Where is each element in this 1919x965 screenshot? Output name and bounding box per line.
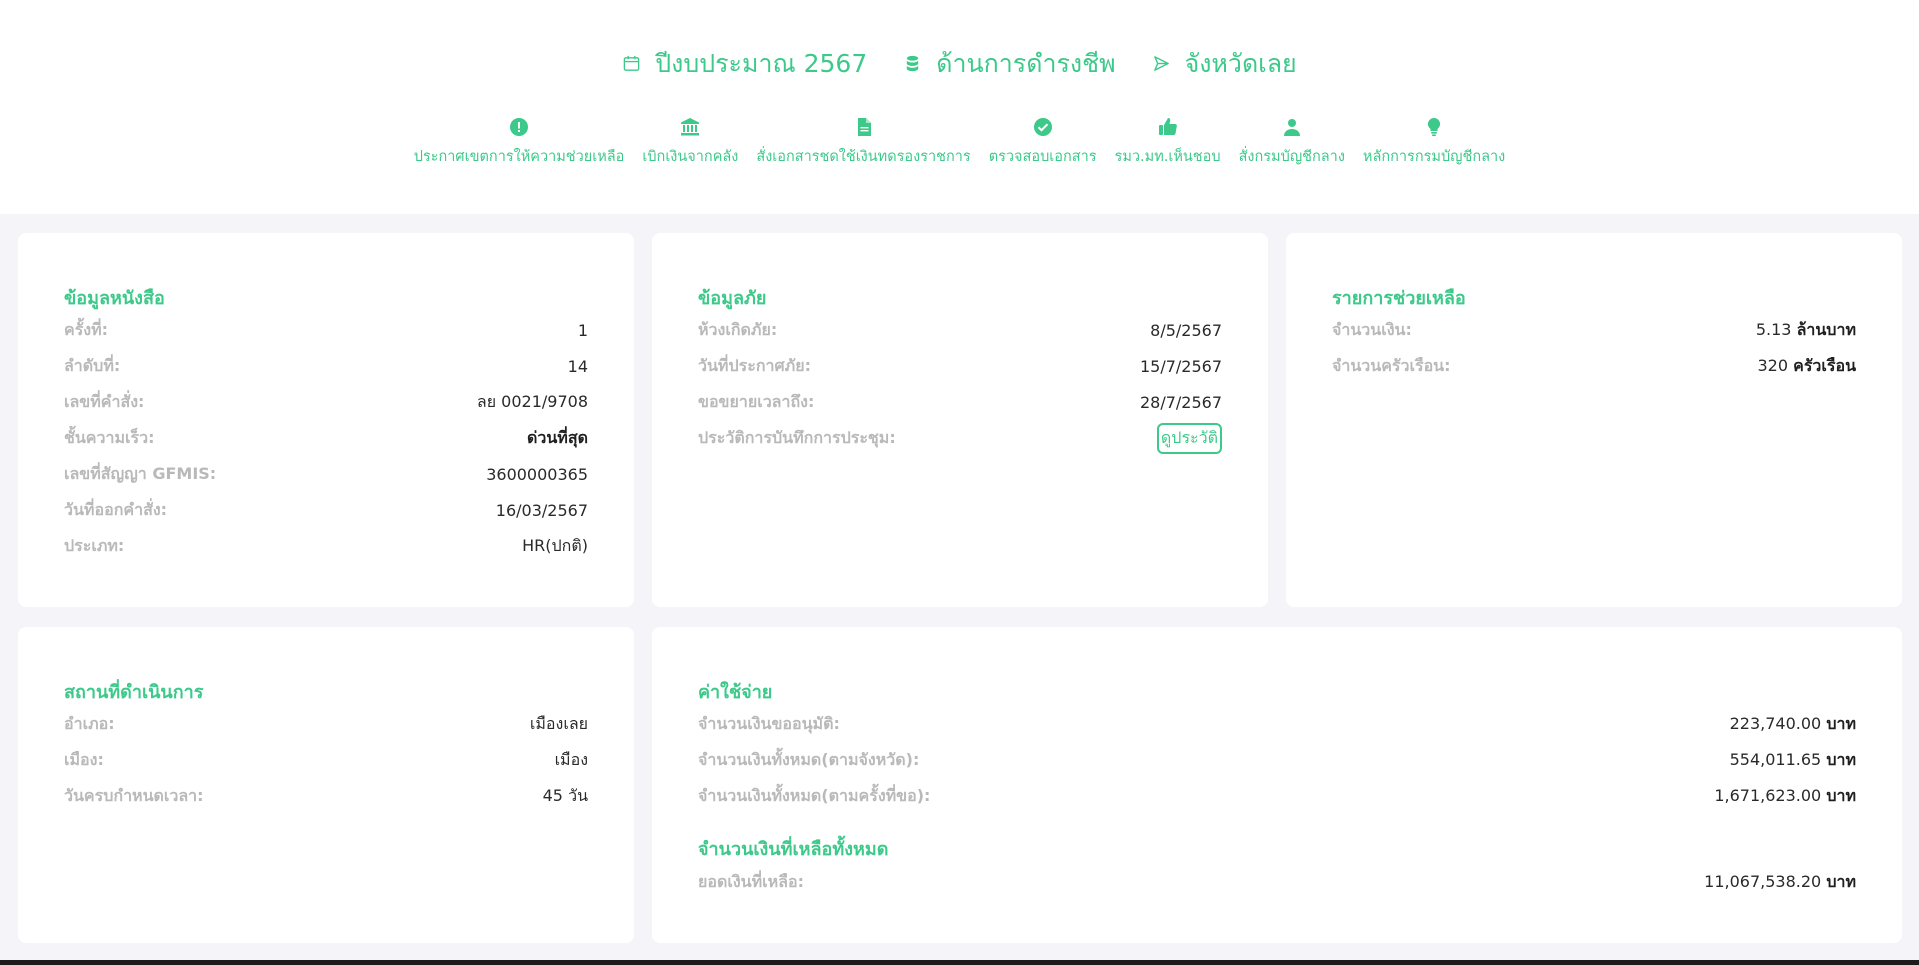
nav-order-documents[interactable]: สั่งเอกสารชดใช้เงินทดรองราชการ (756, 116, 971, 168)
info-row: ห้วงเกิดภัย: 8/5/2567 (698, 319, 1222, 340)
category-text: ด้านการดำรงชีพ (936, 49, 1116, 78)
send-icon (1152, 50, 1171, 79)
database-icon (903, 50, 922, 79)
info-row: อำเภอ: เมืองเลย (64, 713, 588, 733)
nav-comptroller-principles[interactable]: หลักการกรมบัญชีกลาง (1363, 116, 1505, 168)
calendar-icon (622, 50, 641, 79)
nav-label: ตรวจสอบเอกสาร (988, 149, 1097, 165)
nav-label: สั่งเอกสารชดใช้เงินทดรองราชการ (756, 149, 971, 165)
budget-year: ปีงบประมาณ 2567 (622, 44, 867, 84)
info-row: ขอขยายเวลาถึง: 28/7/2567 (698, 391, 1222, 412)
workflow-nav: ประกาศเขตการให้ความช่วยเหลือ เบิกเงินจาก… (0, 116, 1919, 168)
nav-label: เบิกเงินจากคลัง (642, 149, 739, 165)
info-row: เลขที่สัญญา GFMIS: 3600000365 (64, 463, 588, 484)
info-row: วันครบกำหนดเวลา: 45 วัน (64, 785, 588, 805)
disaster-info-card: ข้อมูลภัย ห้วงเกิดภัย: 8/5/2567 วันที่ปร… (652, 233, 1268, 607)
province: จังหวัดเลย (1152, 44, 1297, 84)
card-title: ข้อมูลภัย (698, 288, 767, 309)
aid-list-card: รายการช่วยเหลือ จำนวนเงิน: 5.13 ล้านบาท … (1286, 233, 1902, 607)
card-title: ค่าใช้จ่าย (698, 682, 773, 703)
info-row: จำนวนเงินทั้งหมด(ตามครั้งที่ขอ): 1,671,6… (698, 785, 1856, 805)
info-row: จำนวนครัวเรือน: 320 ครัวเรือน (1332, 355, 1856, 375)
thumbs-up-icon (1157, 116, 1179, 138)
meeting-history-row: ประวัติการบันทึกการประชุม: ดูประวัติ (698, 422, 1222, 454)
view-history-button[interactable]: ดูประวัติ (1156, 422, 1222, 454)
info-row: จำนวนเงิน: 5.13 ล้านบาท (1332, 319, 1856, 339)
bank-icon (679, 116, 701, 138)
lightbulb-icon (1423, 116, 1445, 138)
nav-minister-approve[interactable]: รมว.มท.เห็นชอบ (1115, 116, 1221, 168)
remaining-title: จำนวนเงินที่เหลือทั้งหมด (698, 839, 889, 860)
card-title: สถานที่ดำเนินการ (64, 682, 204, 703)
nav-label: สั่งกรมบัญชีกลาง (1238, 149, 1345, 165)
card-title: รายการช่วยเหลือ (1332, 288, 1466, 309)
nav-label: ประกาศเขตการให้ความช่วยเหลือ (413, 149, 625, 165)
location-card: สถานที่ดำเนินการ อำเภอ: เมืองเลย เมือง: … (18, 627, 634, 943)
check-circle-icon (1032, 116, 1054, 138)
info-row: จำนวนเงินขออนุมัติ: 223,740.00 บาท (698, 713, 1856, 733)
info-row: เมือง: เมือง (64, 749, 588, 769)
user-icon (1281, 116, 1303, 138)
info-row: จำนวนเงินทั้งหมด(ตามจังหวัด): 554,011.65… (698, 749, 1856, 769)
alert-circle-icon (508, 116, 530, 138)
budget-year-text: ปีงบประมาณ 2567 (655, 49, 868, 78)
book-info-card: ข้อมูลหนังสือ ครั้งที่: 1 ลำดับที่: 14 เ… (18, 233, 634, 607)
card-title: ข้อมูลหนังสือ (64, 288, 165, 309)
info-row: ชั้นความเร็ว: ด่วนที่สุด (64, 427, 588, 447)
header: ปีงบประมาณ 2567 ด้านการดำรงชีพ จังหวัดเล… (0, 0, 1919, 214)
nav-label: รมว.มท.เห็นชอบ (1114, 149, 1221, 165)
nav-withdraw-treasury[interactable]: เบิกเงินจากคลัง (642, 116, 738, 168)
bottom-bar (0, 960, 1919, 965)
info-row: เลขที่คำสั่ง: ลย 0021/9708 (64, 391, 588, 411)
title-row: ปีงบประมาณ 2567 ด้านการดำรงชีพ จังหวัดเล… (0, 44, 1919, 84)
info-row: ประเภท: HR(ปกติ) (64, 535, 588, 555)
nav-order-comptroller[interactable]: สั่งกรมบัญชีกลาง (1239, 116, 1345, 168)
expenses-card: ค่าใช้จ่าย จำนวนเงินขออนุมัติ: 223,740.0… (652, 627, 1902, 943)
info-row: ยอดเงินที่เหลือ: 11,067,538.20 บาท (698, 871, 1856, 891)
info-row: วันที่ประกาศภัย: 15/7/2567 (698, 355, 1222, 376)
nav-check-documents[interactable]: ตรวจสอบเอกสาร (989, 116, 1097, 168)
nav-announce-zone[interactable]: ประกาศเขตการให้ความช่วยเหลือ (413, 116, 625, 168)
info-row: ครั้งที่: 1 (64, 319, 588, 340)
document-icon (853, 116, 875, 138)
province-text: จังหวัดเลย (1184, 49, 1297, 78)
nav-label: หลักการกรมบัญชีกลาง (1362, 149, 1506, 165)
info-row: วันที่ออกคำสั่ง: 16/03/2567 (64, 499, 588, 520)
category: ด้านการดำรงชีพ (903, 44, 1116, 84)
info-row: ลำดับที่: 14 (64, 355, 588, 376)
